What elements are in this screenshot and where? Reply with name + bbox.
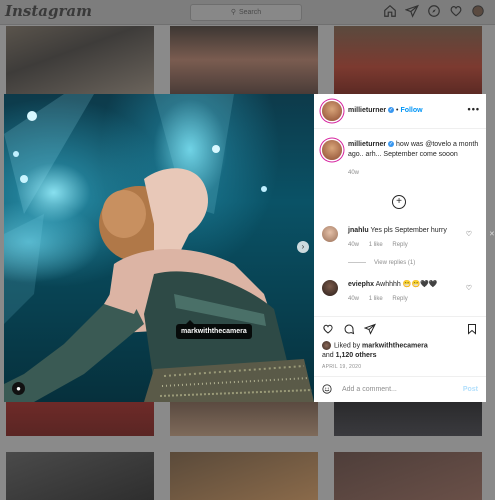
post-photo[interactable]: markwiththecamera ● › [4,94,314,402]
caption-username[interactable]: millieturner [348,141,386,148]
follow-button[interactable]: Follow [400,107,422,114]
load-more-comments-button[interactable]: + [392,195,406,209]
search-placeholder: Search [238,9,262,16]
caption-text-block: millieturner ✓ how was @tovelo a month a… [348,140,482,160]
nav-icons [383,4,485,18]
post-side-panel: millieturner ✓ • Follow ••• millieturner… [314,94,486,402]
comment-meta: 40w 1 like Reply [348,296,482,302]
verified-badge-icon: ✓ [388,107,395,114]
search-icon: ⚲ [230,9,236,16]
grid-post-thumbnail[interactable] [170,26,318,94]
comment-item: jnahlu Yes pls September hurry 40w 1 lik… [322,226,482,248]
share-plane-icon[interactable] [364,323,376,335]
liked-by-summary: Liked by markwiththecamera and 1,120 oth… [322,341,428,361]
explore-icon[interactable] [427,4,441,18]
direct-icon[interactable] [405,4,419,18]
comment-timestamp[interactable]: 40w [348,296,359,302]
author-avatar[interactable] [322,101,342,121]
liked-by-others[interactable]: 1,120 others [336,352,377,359]
comment-text: Awhhhh 😁😁🖤🖤 [375,281,438,288]
home-icon[interactable] [383,4,397,18]
action-icons [322,323,376,335]
heart-icon[interactable] [449,4,463,18]
more-options-icon[interactable]: ••• [468,104,480,114]
author-username[interactable]: millieturner [348,107,386,114]
liked-by-prefix: Liked by [334,342,361,350]
add-comment-bar: Add a comment... Post [314,376,486,404]
comment-likes[interactable]: 1 like [369,296,383,302]
search-input[interactable]: ⚲ Search [190,4,302,21]
grid-post-thumbnail[interactable] [6,402,154,436]
grid-post-thumbnail[interactable] [170,402,318,436]
comment-meta: 40w 1 like Reply [348,242,482,248]
photo-user-tag[interactable]: markwiththecamera [176,320,252,339]
comment-likes[interactable]: 1 like [369,242,383,248]
caption-timestamp[interactable]: 40w [348,170,482,176]
comment-bubble-icon[interactable] [343,323,355,335]
instagram-logo[interactable]: Instagram [5,2,92,20]
verified-badge-icon: ✓ [388,141,395,148]
profile-avatar-icon[interactable] [471,4,485,18]
commenter-avatar[interactable] [322,226,338,242]
grid-post-thumbnail[interactable] [6,26,154,94]
grid-post-thumbnail[interactable] [334,402,482,436]
comment-text: Yes pls September hurry [370,227,447,234]
post-header: millieturner ✓ • Follow ••• [314,94,486,129]
separator-dot: • [396,107,399,114]
comment-text-block: eviephx Awhhhh 😁😁🖤🖤 [348,280,482,290]
view-replies-link[interactable]: View replies (1) [348,260,415,266]
comment-like-heart-icon[interactable]: ♡ [466,284,472,292]
post-caption: millieturner ✓ how was @tovelo a month a… [322,140,482,176]
like-heart-icon[interactable] [322,323,334,335]
save-bookmark-icon[interactable] [466,323,478,337]
grid-post-thumbnail[interactable] [170,452,318,500]
comment-timestamp[interactable]: 40w [348,242,359,248]
liked-by-username[interactable]: markwiththecamera [362,342,428,349]
liker-avatar [322,341,331,350]
close-modal-icon[interactable]: ✕ [489,230,495,238]
commenter-username[interactable]: eviephx [348,281,374,288]
commenter-username[interactable]: jnahlu [348,227,369,234]
comment-text-block: jnahlu Yes pls September hurry [348,226,482,236]
tagged-users-icon[interactable]: ● [12,382,25,395]
post-comment-button[interactable]: Post [463,386,478,393]
concert-scene-illustration [4,94,314,402]
post-actions: Liked by markwiththecamera and 1,120 oth… [314,316,486,403]
top-navigation: Instagram ⚲ Search [0,0,495,25]
liked-by-and: and [322,352,334,360]
comment-reply-button[interactable]: Reply [392,242,407,248]
post-date[interactable]: APRIL 19, 2020 [322,364,361,370]
commenter-avatar[interactable] [322,280,338,296]
comment-item: eviephx Awhhhh 😁😁🖤🖤 40w 1 like Reply ♡ [322,280,482,302]
caption-author-avatar[interactable] [322,140,342,160]
comment-reply-button[interactable]: Reply [392,296,407,302]
grid-post-thumbnail[interactable] [334,26,482,94]
comment-like-heart-icon[interactable]: ♡ [466,230,472,238]
author-line: millieturner ✓ • Follow [348,107,423,114]
next-photo-arrow-icon[interactable]: › [297,241,309,253]
grid-post-thumbnail[interactable] [6,452,154,500]
emoji-icon[interactable] [322,384,332,394]
grid-post-thumbnail[interactable] [334,452,482,500]
add-comment-input[interactable]: Add a comment... [342,386,397,393]
